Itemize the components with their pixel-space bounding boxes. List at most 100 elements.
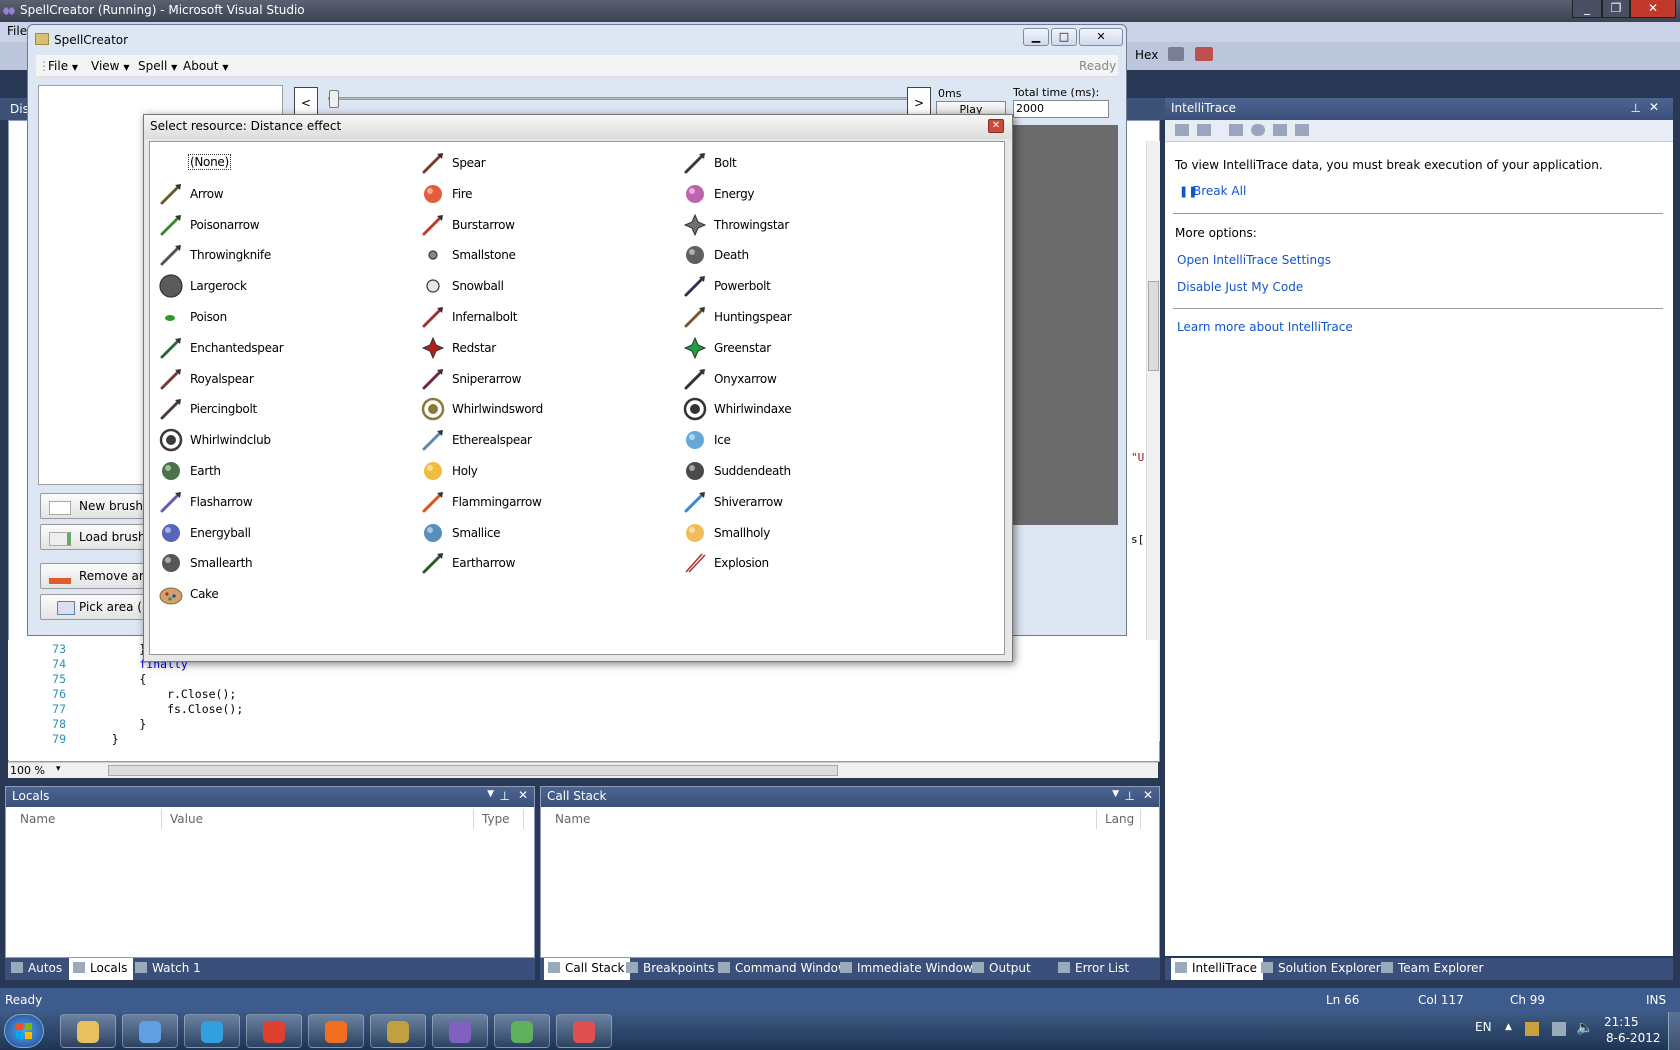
resource-item[interactable]: Death xyxy=(678,240,928,268)
resource-item[interactable]: (None) xyxy=(154,148,404,176)
network-icon[interactable] xyxy=(1552,1022,1566,1036)
taskbar-xchat-button[interactable] xyxy=(308,1014,364,1048)
slider-thumb[interactable] xyxy=(329,90,339,108)
minimize-button[interactable]: _ xyxy=(1572,0,1602,18)
tab-output[interactable]: Output xyxy=(972,961,1031,975)
timeline-slider[interactable] xyxy=(328,90,918,108)
total-time-input[interactable]: 2000 xyxy=(1013,100,1109,118)
resource-item[interactable]: Powerbolt xyxy=(678,271,928,299)
resource-item[interactable]: Whirlwindclub xyxy=(154,425,404,453)
resource-item[interactable]: Throwingstar xyxy=(678,210,928,238)
open-icon[interactable] xyxy=(1273,124,1287,136)
code-line[interactable]: r.Close(); xyxy=(84,687,236,701)
column-header-lang[interactable]: Lang xyxy=(1097,809,1141,829)
close-icon[interactable]: ✕ xyxy=(518,788,528,802)
resource-item[interactable]: Piercingbolt xyxy=(154,394,404,422)
resource-item[interactable]: Redstar xyxy=(416,333,666,361)
resource-item[interactable]: Infernalbolt xyxy=(416,302,666,330)
taskbar-notepad-button[interactable] xyxy=(494,1014,550,1048)
previous-frame-button[interactable]: < xyxy=(294,87,318,115)
resource-list[interactable]: (None) Spear Bolt Arrow Fire Energy Poisonarro… xyxy=(149,141,1005,655)
zoom-level[interactable]: 100 % xyxy=(10,764,45,777)
code-line[interactable]: } xyxy=(84,642,146,656)
resource-item[interactable]: Etherealspear xyxy=(416,425,666,453)
learn-more-link[interactable]: Learn more about IntelliTrace xyxy=(1177,320,1353,334)
tab-error-list[interactable]: Error List xyxy=(1058,961,1129,975)
hscroll-thumb[interactable] xyxy=(108,765,838,776)
code-line[interactable]: } xyxy=(84,717,146,731)
tab-command-window[interactable]: Command Window xyxy=(718,961,848,975)
debug-icon[interactable] xyxy=(1168,47,1184,61)
resource-item[interactable]: Shiverarrow xyxy=(678,487,928,515)
volume-icon[interactable]: 🔈 xyxy=(1576,1020,1593,1036)
menu-view[interactable]: View ▼ xyxy=(91,59,129,73)
language-indicator[interactable]: EN xyxy=(1475,1020,1492,1034)
resource-item[interactable]: Greenstar xyxy=(678,333,928,361)
resource-item[interactable]: Cake xyxy=(154,579,404,607)
resource-item[interactable]: Eartharrow xyxy=(416,548,666,576)
screen-icon[interactable] xyxy=(1195,47,1213,61)
menu-about[interactable]: About ▼ xyxy=(183,59,228,73)
minimize-button[interactable]: ▁ xyxy=(1023,28,1049,46)
clock-time[interactable]: 21:15 xyxy=(1604,1015,1639,1029)
resource-item[interactable]: Whirlwindaxe xyxy=(678,394,928,422)
column-header-name[interactable]: Name xyxy=(547,809,1097,829)
taskbar-paint-button[interactable] xyxy=(556,1014,612,1048)
code-line[interactable]: } xyxy=(84,732,119,746)
resource-item[interactable]: Holy xyxy=(416,456,666,484)
resource-item[interactable]: Bolt xyxy=(678,148,928,176)
resource-item[interactable]: Whirlwindsword xyxy=(416,394,666,422)
resource-item[interactable]: Energy xyxy=(678,179,928,207)
taskbar-skype-button[interactable] xyxy=(184,1014,240,1048)
maximize-button[interactable]: □ xyxy=(1051,28,1077,46)
close-icon[interactable]: ✕ xyxy=(1649,100,1659,114)
tab-autos[interactable]: Autos xyxy=(11,961,62,975)
search-icon[interactable] xyxy=(1251,124,1265,136)
resource-item[interactable]: Snowball xyxy=(416,271,666,299)
pin-icon[interactable]: ⊥ xyxy=(1631,101,1641,115)
break-all-link[interactable]: Break All xyxy=(1193,184,1246,198)
tab-immediate-window[interactable]: Immediate Window xyxy=(840,961,973,975)
menu-file[interactable]: File ▼ xyxy=(48,59,78,73)
document-tab[interactable]: Dis xyxy=(10,102,29,116)
resource-item[interactable]: Ice xyxy=(678,425,928,453)
tab-team-explorer[interactable]: Team Explorer xyxy=(1381,961,1484,975)
taskbar-league-button[interactable] xyxy=(370,1014,426,1048)
close-button[interactable]: ✕ xyxy=(1630,0,1676,18)
resource-item[interactable]: Arrow xyxy=(154,179,404,207)
tab-intellitrace[interactable]: IntelliTrace xyxy=(1171,958,1264,980)
resource-item[interactable]: Earth xyxy=(154,456,404,484)
tab-call-stack[interactable]: Call Stack xyxy=(544,958,631,980)
resource-item[interactable]: Largerock xyxy=(154,271,404,299)
navigate-icon[interactable] xyxy=(1197,124,1211,136)
pin-icon[interactable]: ⊥ xyxy=(1125,789,1135,803)
resource-item[interactable]: Suddendeath xyxy=(678,456,928,484)
code-line[interactable]: { xyxy=(84,672,146,686)
column-header-name[interactable]: Name xyxy=(12,809,162,829)
clock-date[interactable]: 8-6-2012 xyxy=(1606,1031,1660,1045)
save-icon[interactable] xyxy=(1295,124,1309,136)
tray-app-icon[interactable] xyxy=(1525,1022,1539,1036)
scrollbar-thumb[interactable] xyxy=(1148,281,1159,371)
resource-item[interactable]: Smallholy xyxy=(678,518,928,546)
resource-item[interactable]: Fire xyxy=(416,179,666,207)
chevron-down-icon[interactable]: ▼ xyxy=(1112,789,1119,799)
chevron-down-icon[interactable]: ▾ xyxy=(56,764,61,774)
intellitrace-settings-link[interactable]: Open IntelliTrace Settings xyxy=(1177,253,1331,267)
tab-watch-1[interactable]: Watch 1 xyxy=(135,961,201,975)
resource-item[interactable]: Throwingknife xyxy=(154,240,404,268)
taskbar-explorer-button[interactable] xyxy=(60,1014,116,1048)
column-header-type[interactable]: Type xyxy=(474,809,524,829)
resource-item[interactable]: Smallstone xyxy=(416,240,666,268)
vs-menu-file[interactable]: File xyxy=(7,24,27,38)
tab-locals[interactable]: Locals xyxy=(69,958,134,980)
resource-item[interactable]: Royalspear xyxy=(154,364,404,392)
resource-item[interactable]: Flasharrow xyxy=(154,487,404,515)
resource-item[interactable]: Smallice xyxy=(416,518,666,546)
code-line[interactable]: fs.Close(); xyxy=(84,702,243,716)
resource-item[interactable]: Smallearth xyxy=(154,548,404,576)
tray-expand-icon[interactable]: ▲ xyxy=(1505,1022,1512,1032)
chevron-down-icon[interactable]: ▼ xyxy=(487,789,494,799)
next-frame-button[interactable]: > xyxy=(907,87,931,115)
resource-item[interactable]: Energyball xyxy=(154,518,404,546)
